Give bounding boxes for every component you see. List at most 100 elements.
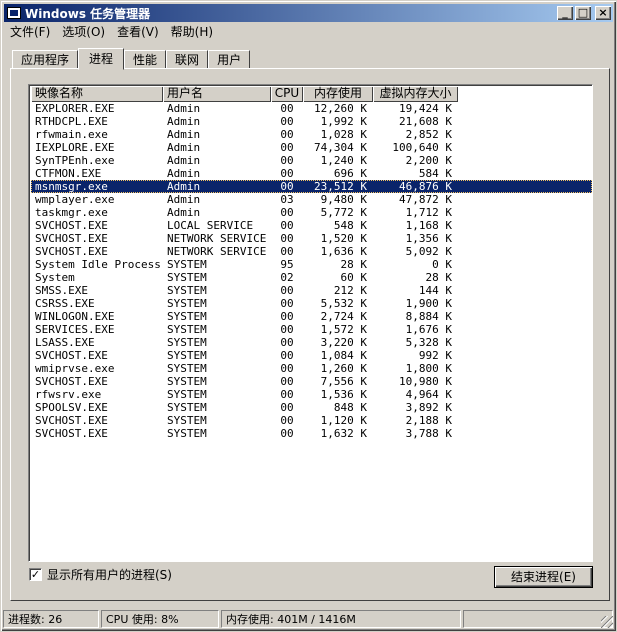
process-row[interactable]: CSRSS.EXE SYSTEM 00 5,532 K 1,900 K [31, 297, 592, 310]
process-row[interactable]: SERVICES.EXE SYSTEM 00 1,572 K 1,676 K [31, 323, 592, 336]
tab-users[interactable]: 用户 [208, 50, 251, 69]
tab-networking[interactable]: 联网 [166, 50, 209, 69]
process-user-name: SYSTEM [167, 284, 207, 297]
process-mem-usage: 12,260 K [314, 102, 367, 115]
process-mem-usage: 74,304 K [314, 141, 367, 154]
process-user-name: SYSTEM [167, 375, 207, 388]
close-button[interactable]: × [595, 6, 611, 20]
column-header-cpu[interactable]: CPU [271, 86, 303, 102]
process-rows: EXPLORER.EXE Admin 00 12,260 K 19,424 K RTHDC… [31, 102, 592, 440]
column-header-vm-size[interactable]: 虚拟内存大小 [373, 86, 458, 102]
column-header-mem-usage[interactable]: 内存使用 [303, 86, 373, 102]
column-header-user-name[interactable]: 用户名 [163, 86, 271, 102]
process-cpu: 00 [280, 362, 294, 375]
process-list[interactable]: 映像名称 用户名 CPU 内存使用 虚拟内存大小 EXPLORER.EXE Adm… [28, 84, 593, 562]
process-vm-size: 100,640 K [392, 141, 452, 154]
process-row[interactable]: RTHDCPL.EXE Admin 00 1,992 K 21,608 K [31, 115, 592, 128]
process-vm-size: 144 K [418, 284, 452, 297]
process-mem-usage: 1,636 K [320, 245, 367, 258]
process-user-name: NETWORK SERVICE [167, 232, 267, 245]
process-image-name: SVCHOST.EXE [35, 349, 108, 362]
process-user-name: Admin [167, 128, 201, 141]
process-mem-usage: 548 K [333, 219, 367, 232]
end-process-button[interactable]: 结束进程(E) [494, 566, 593, 588]
process-row[interactable]: SMSS.EXE SYSTEM 00 212 K 144 K [31, 284, 592, 297]
process-cpu: 00 [280, 401, 294, 414]
show-all-users-checkbox[interactable]: ✓ [29, 568, 42, 581]
process-cpu: 00 [280, 310, 294, 323]
process-row[interactable]: SVCHOST.EXE SYSTEM 00 1,120 K 2,188 K [31, 414, 592, 427]
maximize-button[interactable]: □ [575, 6, 591, 20]
process-row[interactable]: msnmsgr.exe Admin 00 23,512 K 46,876 K [31, 180, 592, 193]
process-mem-usage: 1,084 K [320, 349, 367, 362]
process-cpu: 00 [280, 375, 294, 388]
process-user-name: SYSTEM [167, 401, 207, 414]
menu-file[interactable]: 文件(F) [4, 23, 56, 42]
menu-view[interactable]: 查看(V) [111, 23, 165, 42]
process-row[interactable]: SynTPEnh.exe Admin 00 1,240 K 2,200 K [31, 154, 592, 167]
process-cpu: 00 [280, 206, 294, 219]
process-vm-size: 4,964 K [405, 388, 452, 401]
menu-bar: 文件(F) 选项(O) 查看(V) 帮助(H) [4, 23, 613, 42]
process-vm-size: 2,200 K [405, 154, 452, 167]
process-user-name: SYSTEM [167, 427, 207, 440]
process-image-name: SERVICES.EXE [35, 323, 115, 336]
process-row[interactable]: taskmgr.exe Admin 00 5,772 K 1,712 K [31, 206, 592, 219]
tab-applications[interactable]: 应用程序 [12, 50, 79, 69]
process-vm-size: 47,872 K [399, 193, 452, 206]
process-row[interactable]: SPOOLSV.EXE SYSTEM 00 848 K 3,892 K [31, 401, 592, 414]
process-row[interactable]: SVCHOST.EXE NETWORK SERVICE 00 1,636 K 5,092… [31, 245, 592, 258]
process-row[interactable]: wmiprvse.exe SYSTEM 00 1,260 K 1,800 K [31, 362, 592, 375]
process-row[interactable]: CTFMON.EXE Admin 00 696 K 584 K [31, 167, 592, 180]
process-image-name: SVCHOST.EXE [35, 245, 108, 258]
process-user-name: SYSTEM [167, 297, 207, 310]
tab-processes[interactable]: 进程 [78, 48, 125, 70]
process-image-name: SVCHOST.EXE [35, 375, 108, 388]
title-bar[interactable]: Windows 任务管理器 _ □ × [4, 4, 613, 22]
process-image-name: CTFMON.EXE [35, 167, 102, 180]
process-row[interactable]: SVCHOST.EXE SYSTEM 00 7,556 K 10,980 K [31, 375, 592, 388]
process-mem-usage: 1,572 K [320, 323, 367, 336]
process-user-name: SYSTEM [167, 336, 207, 349]
process-row[interactable]: rfwsrv.exe SYSTEM 00 1,536 K 4,964 K [31, 388, 592, 401]
process-image-name: msnmsgr.exe [35, 180, 108, 193]
process-cpu: 00 [280, 284, 294, 297]
process-mem-usage: 1,240 K [320, 154, 367, 167]
tab-performance[interactable]: 性能 [124, 50, 167, 69]
process-row[interactable]: SVCHOST.EXE SYSTEM 00 1,632 K 3,788 K [31, 427, 592, 440]
resize-grip[interactable] [601, 616, 613, 628]
process-vm-size: 2,852 K [405, 128, 452, 141]
process-row[interactable]: System Idle Process SYSTEM 95 28 K 0 K [31, 258, 592, 271]
process-row[interactable]: LSASS.EXE SYSTEM 00 3,220 K 5,328 K [31, 336, 592, 349]
process-vm-size: 1,676 K [405, 323, 452, 336]
menu-options[interactable]: 选项(O) [56, 23, 111, 42]
status-empty [463, 610, 613, 628]
process-row[interactable]: IEXPLORE.EXE Admin 00 74,304 K 100,640 K [31, 141, 592, 154]
process-user-name: LOCAL SERVICE [167, 219, 254, 232]
process-row[interactable]: SVCHOST.EXE SYSTEM 00 1,084 K 992 K [31, 349, 592, 362]
show-all-users-label[interactable]: 显示所有用户的进程(S) [47, 566, 172, 583]
column-header-image-name[interactable]: 映像名称 [31, 86, 163, 102]
process-row[interactable]: SVCHOST.EXE NETWORK SERVICE 00 1,520 K 1,356… [31, 232, 592, 245]
minimize-button[interactable]: _ [557, 6, 573, 20]
show-all-users-option[interactable]: ✓ 显示所有用户的进程(S) [29, 566, 172, 583]
process-user-name: Admin [167, 141, 201, 154]
process-mem-usage: 1,260 K [320, 362, 367, 375]
status-process-count: 进程数: 26 [3, 610, 99, 628]
process-row[interactable]: SVCHOST.EXE LOCAL SERVICE 00 548 K 1,168 K [31, 219, 592, 232]
process-row[interactable]: rfwmain.exe Admin 00 1,028 K 2,852 K [31, 128, 592, 141]
process-vm-size: 8,884 K [405, 310, 452, 323]
process-cpu: 00 [280, 297, 294, 310]
process-cpu: 00 [280, 245, 294, 258]
process-vm-size: 0 K [432, 258, 452, 271]
process-row[interactable]: wmplayer.exe Admin 03 9,480 K 47,872 K [31, 193, 592, 206]
process-image-name: SynTPEnh.exe [35, 154, 115, 167]
status-memory-usage: 内存使用: 401M / 1416M [221, 610, 461, 628]
process-row[interactable]: System SYSTEM 02 60 K 28 K [31, 271, 592, 284]
process-cpu: 00 [280, 323, 294, 336]
window-title: Windows 任务管理器 [25, 6, 151, 21]
process-mem-usage: 1,632 K [320, 427, 367, 440]
menu-help[interactable]: 帮助(H) [165, 23, 219, 42]
process-row[interactable]: EXPLORER.EXE Admin 00 12,260 K 19,424 K [31, 102, 592, 115]
process-row[interactable]: WINLOGON.EXE SYSTEM 00 2,724 K 8,884 K [31, 310, 592, 323]
